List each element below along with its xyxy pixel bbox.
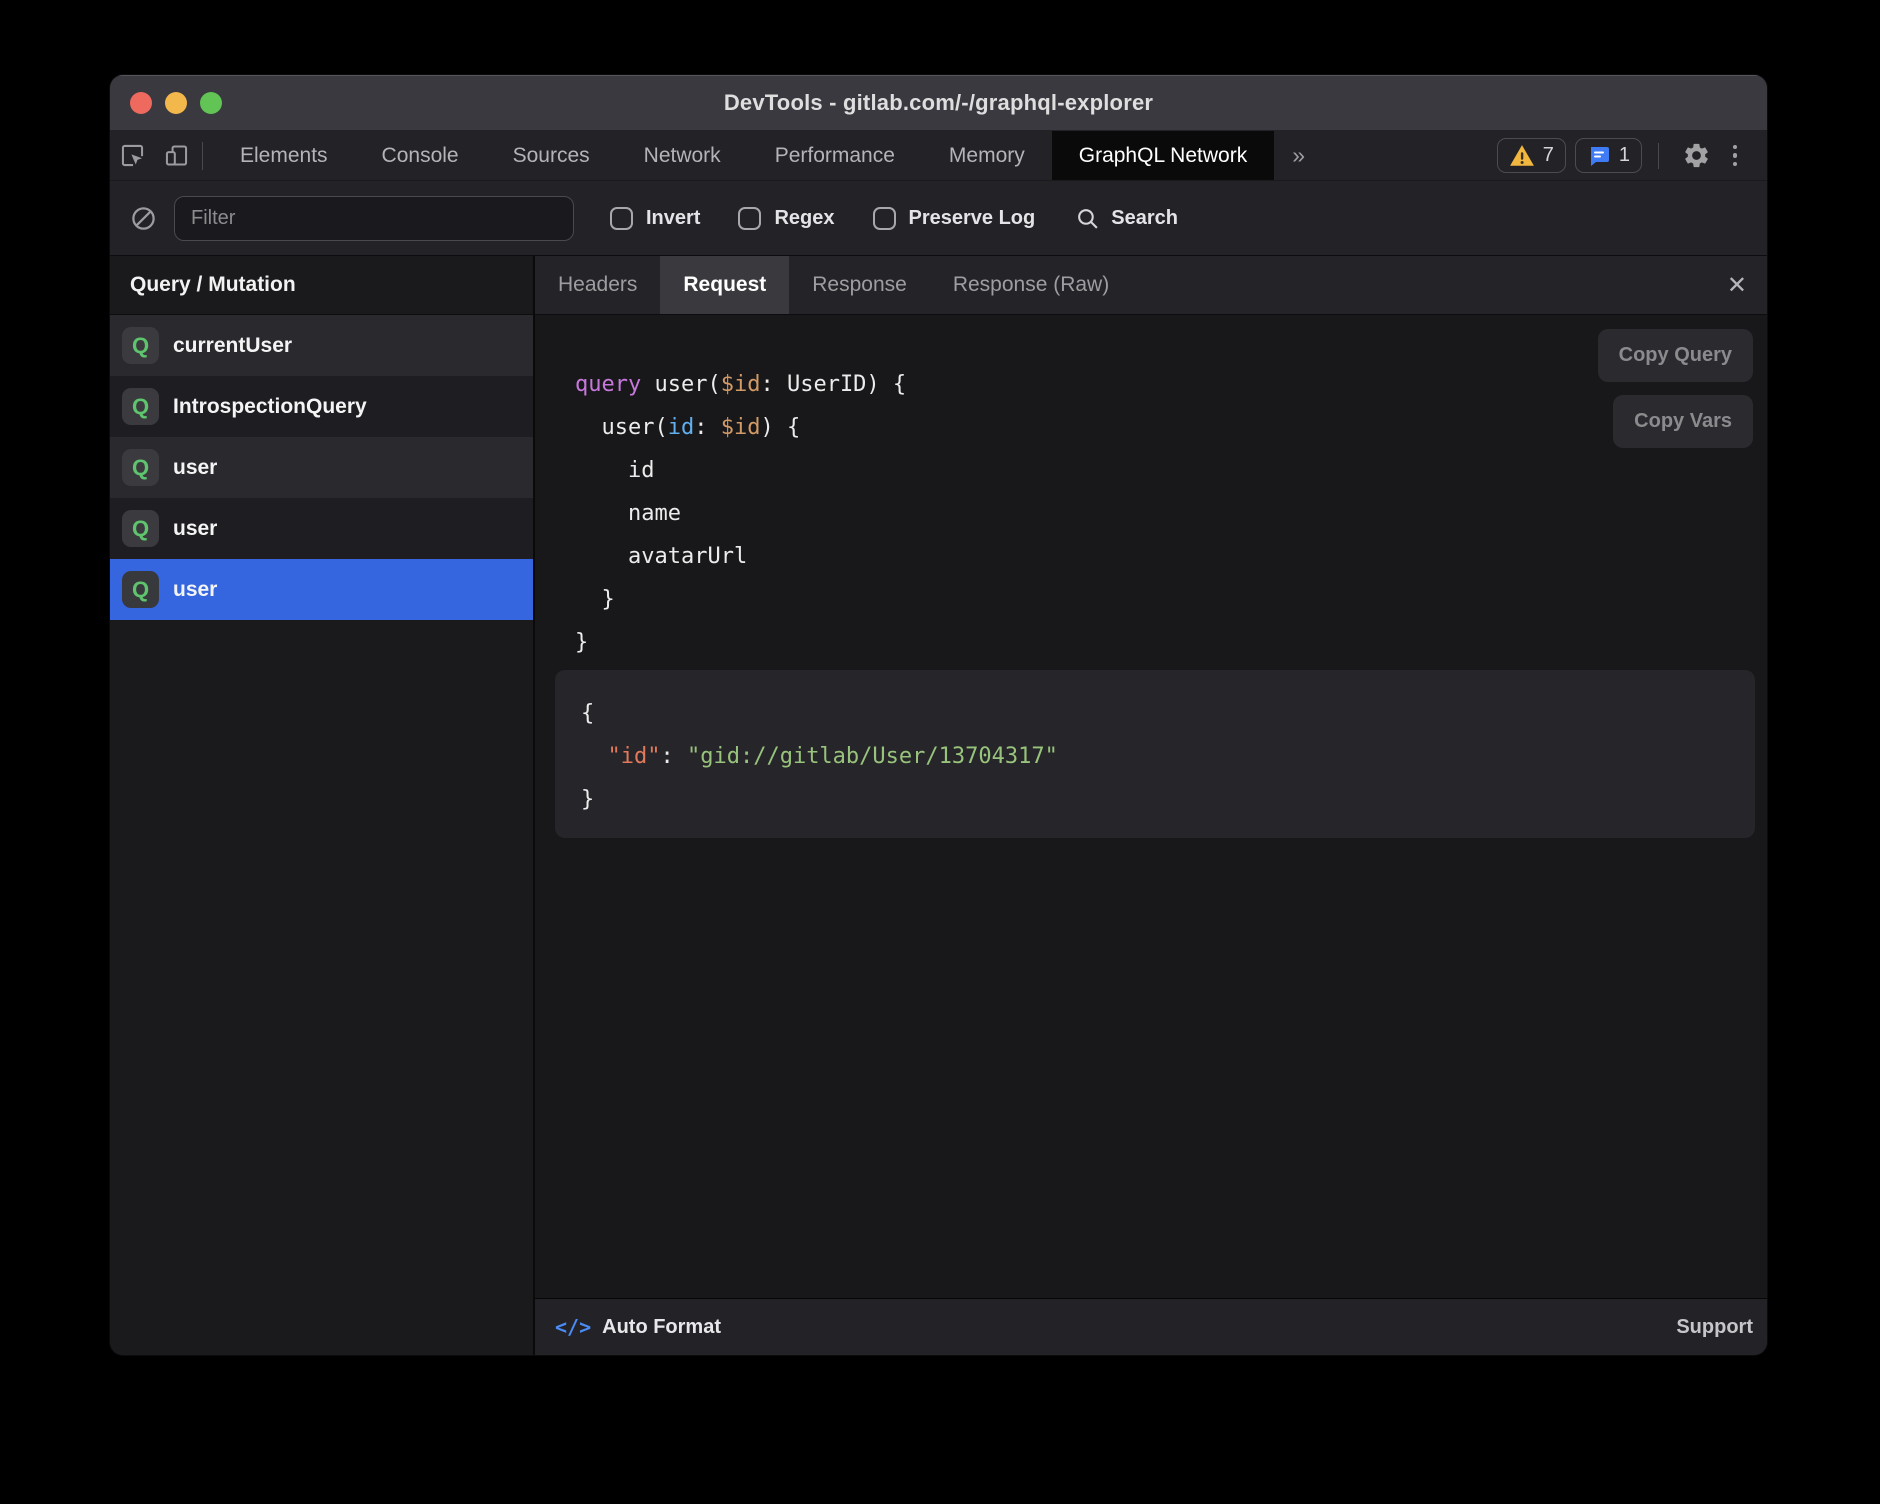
query-list-item-currentuser[interactable]: QcurrentUser xyxy=(110,315,533,376)
search-button[interactable]: Search xyxy=(1075,206,1178,231)
warning-icon xyxy=(1509,144,1535,168)
query-name: IntrospectionQuery xyxy=(173,395,367,419)
settings-gear-icon[interactable] xyxy=(1675,141,1717,170)
issues-badge[interactable]: 1 xyxy=(1575,138,1642,173)
toolbar-divider xyxy=(202,142,203,170)
checkbox-box[interactable] xyxy=(610,207,633,230)
copy-buttons: Copy Query Copy Vars xyxy=(1598,329,1753,448)
query-type-badge: Q xyxy=(122,388,159,425)
close-panel-icon[interactable]: ✕ xyxy=(1707,256,1767,314)
devtools-tab-sources[interactable]: Sources xyxy=(486,131,617,180)
devtools-tab-graphql-network[interactable]: GraphQL Network xyxy=(1052,131,1274,180)
query-list-item-user[interactable]: Quser xyxy=(110,437,533,498)
minimize-window-button[interactable] xyxy=(165,92,187,114)
copy-vars-button[interactable]: Copy Vars xyxy=(1613,395,1753,448)
checkbox-box[interactable] xyxy=(873,207,896,230)
search-icon xyxy=(1075,206,1100,231)
issues-count: 1 xyxy=(1619,144,1630,167)
maximize-window-button[interactable] xyxy=(200,92,222,114)
block-clear-icon[interactable] xyxy=(126,205,160,232)
query-name: user xyxy=(173,517,217,541)
inspect-element-icon[interactable] xyxy=(110,131,154,180)
devtools-tab-memory[interactable]: Memory xyxy=(922,131,1052,180)
checkbox-box[interactable] xyxy=(738,207,761,230)
code-format-icon: </> xyxy=(555,1315,591,1339)
request-detail-panel: HeadersRequestResponseResponse (Raw) ✕ C… xyxy=(535,256,1767,1355)
checkbox-label: Invert xyxy=(646,207,700,230)
request-body: Copy Query Copy Vars query user($id: Use… xyxy=(535,315,1767,1298)
query-type-badge: Q xyxy=(122,571,159,608)
devtools-tab-elements[interactable]: Elements xyxy=(213,131,355,180)
request-tab-response-raw[interactable]: Response (Raw) xyxy=(930,256,1132,314)
devtools-tabs: ElementsConsoleSourcesNetworkPerformance… xyxy=(213,131,1274,180)
close-window-button[interactable] xyxy=(130,92,152,114)
traffic-lights xyxy=(130,75,222,131)
kebab-menu-icon[interactable] xyxy=(1717,145,1753,167)
query-type-badge: Q xyxy=(122,449,159,486)
panel-footer: </> Auto Format Support xyxy=(535,1298,1767,1355)
graphql-query-code: query user($id: UserID) { user(id: $id) … xyxy=(575,363,1767,664)
warnings-badge[interactable]: 7 xyxy=(1497,138,1566,173)
checkbox-regex[interactable]: Regex xyxy=(738,207,834,230)
query-name: user xyxy=(173,456,217,480)
checkbox-label: Regex xyxy=(774,207,834,230)
main-toolbar: ElementsConsoleSourcesNetworkPerformance… xyxy=(110,131,1767,181)
devtools-window: DevTools - gitlab.com/-/graphql-explorer… xyxy=(110,75,1767,1355)
query-list-item-user[interactable]: Quser xyxy=(110,559,533,620)
filter-checkboxes: Invert Regex Preserve Log xyxy=(610,207,1035,230)
request-tab-request[interactable]: Request xyxy=(660,256,789,314)
filter-bar: Invert Regex Preserve Log Search xyxy=(110,181,1767,256)
copy-query-button[interactable]: Copy Query xyxy=(1598,329,1753,382)
variables-json: { "id": "gid://gitlab/User/13704317"} xyxy=(581,692,1755,821)
devtools-tab-network[interactable]: Network xyxy=(617,131,748,180)
checkbox-label: Preserve Log xyxy=(909,207,1036,230)
checkbox-invert[interactable]: Invert xyxy=(610,207,700,230)
support-link[interactable]: Support xyxy=(1676,1316,1753,1339)
filter-input[interactable] xyxy=(174,196,574,241)
request-detail-tabs: HeadersRequestResponseResponse (Raw) ✕ xyxy=(535,256,1767,315)
device-toolbar-icon[interactable] xyxy=(154,131,198,180)
query-name: currentUser xyxy=(173,334,292,358)
query-type-badge: Q xyxy=(122,327,159,364)
content-area: Query / Mutation QcurrentUserQIntrospect… xyxy=(110,256,1767,1355)
chat-bubble-icon xyxy=(1587,144,1611,168)
query-list-header: Query / Mutation xyxy=(110,256,533,315)
checkbox-preserve-log[interactable]: Preserve Log xyxy=(873,207,1036,230)
query-type-badge: Q xyxy=(122,510,159,547)
titlebar: DevTools - gitlab.com/-/graphql-explorer xyxy=(110,75,1767,131)
search-label: Search xyxy=(1111,207,1178,230)
variables-box: { "id": "gid://gitlab/User/13704317"} xyxy=(555,670,1755,838)
auto-format-label: Auto Format xyxy=(602,1316,721,1339)
query-list-panel: Query / Mutation QcurrentUserQIntrospect… xyxy=(110,256,535,1355)
query-list-item-introspectionquery[interactable]: Q IntrospectionQuery xyxy=(110,376,533,437)
query-name: user xyxy=(173,578,217,602)
devtools-tab-performance[interactable]: Performance xyxy=(748,131,922,180)
request-tab-response[interactable]: Response xyxy=(789,256,930,314)
warning-count: 7 xyxy=(1543,144,1554,167)
devtools-tab-console[interactable]: Console xyxy=(355,131,486,180)
request-detail-tablist: HeadersRequestResponseResponse (Raw) xyxy=(535,256,1132,314)
query-list: QcurrentUserQIntrospectionQueryQuserQuse… xyxy=(110,315,533,620)
toolbar-right-controls: 7 1 xyxy=(1488,131,1767,180)
request-tab-headers[interactable]: Headers xyxy=(535,256,660,314)
auto-format-button[interactable]: </> Auto Format xyxy=(555,1315,721,1339)
more-tabs-button[interactable]: » xyxy=(1274,131,1323,180)
toolbar-divider xyxy=(1658,143,1659,169)
query-list-item-user[interactable]: Quser xyxy=(110,498,533,559)
window-title: DevTools - gitlab.com/-/graphql-explorer xyxy=(110,90,1767,116)
desktop-background: DevTools - gitlab.com/-/graphql-explorer… xyxy=(0,0,1880,1504)
